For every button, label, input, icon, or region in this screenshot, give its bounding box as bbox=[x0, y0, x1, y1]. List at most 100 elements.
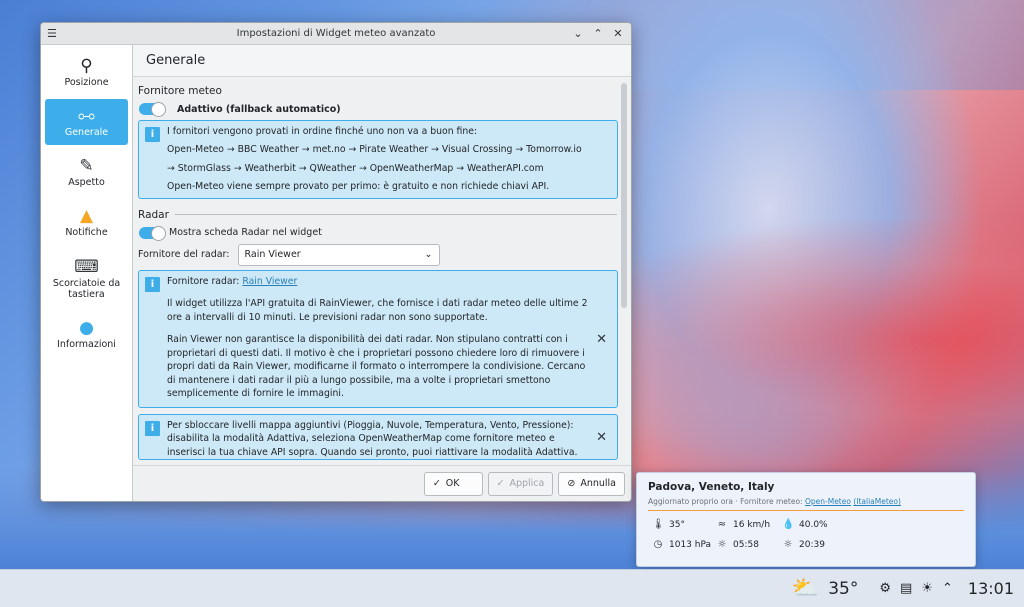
location-pin-icon: ⚲ bbox=[80, 56, 93, 77]
radar-toggle-label: Mostra scheda Radar nel widget bbox=[169, 227, 322, 239]
sidebar-item-generale[interactable]: ⧟ Generale bbox=[45, 99, 128, 145]
radar-toggle[interactable] bbox=[139, 225, 166, 241]
maximize-button[interactable]: ⌃ bbox=[589, 25, 607, 43]
weather-popup: Padova, Veneto, Italy Aggiornato proprio… bbox=[636, 472, 976, 567]
page-title: Generale bbox=[133, 45, 631, 77]
sidebar-item-notifiche[interactable]: ▲ Notifiche bbox=[45, 199, 128, 245]
weather-stats: 🌡 35° ≈16 km/h 💧 40.0% ◷ 1013 hPa ☼ 05:58 ☼ 2… bbox=[652, 519, 964, 550]
sunrise-icon: ☼ bbox=[717, 539, 727, 550]
bell-icon: ▲ bbox=[79, 206, 94, 227]
provider-chain-1: Open-Meteo → BBC Weather → met.no → Pira… bbox=[167, 144, 582, 156]
radar-info-prefix: Fornitore radar: bbox=[167, 275, 243, 287]
sidebar-item-aspetto[interactable]: ✎ Aspetto bbox=[45, 149, 128, 195]
stat-temperature: 🌡 35° bbox=[652, 519, 716, 530]
sliders-icon: ⧟ bbox=[78, 106, 95, 127]
popup-location: Padova, Veneto, Italy bbox=[648, 481, 775, 493]
provider-info-text: I fornitori vengono provati in ordine fi… bbox=[167, 126, 478, 137]
sidebar-item-label: Scorciatoie da tastiera bbox=[52, 277, 121, 300]
stat-wind: ≈16 km/h bbox=[716, 519, 782, 530]
sidebar-item-posizione[interactable]: ⚲ Posizione bbox=[45, 49, 128, 95]
taskbar: ⛅ 35° ⚙ ▤ ☀ ⌃ 13:01 bbox=[0, 569, 1024, 607]
rain-viewer-link[interactable]: Rain Viewer bbox=[242, 276, 297, 287]
sidebar-item-label: Generale bbox=[64, 127, 109, 139]
scrollbar[interactable] bbox=[621, 83, 627, 308]
sidebar-item-scorciatoie[interactable]: ⌨ Scorciatoie da tastiera bbox=[45, 249, 128, 307]
stat-sunrise: ☼ 05:58 bbox=[716, 539, 782, 550]
chevron-down-icon: ⌄ bbox=[424, 249, 433, 261]
radar-provider-label: Fornitore del radar: bbox=[138, 249, 230, 261]
radar-toggle-row: Mostra scheda Radar nel widget bbox=[139, 225, 631, 241]
stat-value: 1013 hPa bbox=[669, 539, 712, 550]
section-title: Radar bbox=[138, 208, 169, 221]
cancel-button[interactable]: ⊘ Annulla bbox=[558, 471, 625, 496]
stat-value: 05:58 bbox=[733, 539, 759, 550]
section-title: Fornitore meteo bbox=[138, 85, 222, 97]
settings-sidebar: ⚲ Posizione ⧟ Generale ✎ Aspetto ▲ Notif… bbox=[41, 45, 133, 501]
ok-label: OK bbox=[445, 478, 460, 489]
info-icon: ● bbox=[79, 318, 94, 339]
info-icon: i bbox=[145, 420, 160, 436]
close-icon[interactable]: ✕ bbox=[596, 331, 607, 350]
partly-cloudy-icon[interactable]: ⛅ bbox=[792, 576, 819, 601]
expand-tray-icon[interactable]: ⌃ bbox=[942, 581, 953, 596]
sunset-icon: ☼ bbox=[783, 539, 793, 550]
stat-humidity: 💧 40.0% bbox=[782, 519, 862, 530]
unlock-info-text: Per sbloccare livelli mappa aggiuntivi (… bbox=[167, 419, 578, 458]
network-icon[interactable]: ⚙ bbox=[879, 581, 891, 596]
check-icon: ✓ bbox=[496, 478, 505, 489]
wallpaper-red-glow bbox=[564, 220, 1024, 460]
stat-value: 16 km/h bbox=[733, 519, 771, 530]
sidebar-item-label: Posizione bbox=[64, 77, 109, 89]
brightness-icon[interactable]: ☀ bbox=[921, 581, 933, 596]
apply-button[interactable]: ✓ Applica bbox=[487, 471, 554, 496]
adaptive-toggle-label: Adattivo (fallback automatico) bbox=[177, 103, 341, 115]
popup-updated: Aggiornato proprio ora · Fornitore meteo… bbox=[648, 497, 964, 511]
radar-provider-select[interactable]: Rain Viewer ⌄ bbox=[237, 243, 440, 266]
settings-window: ☰ Impostazioni di Widget meteo avanzato … bbox=[40, 22, 632, 502]
italiameteo-link[interactable]: (ItaliaMeteo) bbox=[853, 497, 901, 506]
cancel-label: Annulla bbox=[580, 478, 616, 489]
sidebar-item-informazioni[interactable]: ● Informazioni bbox=[45, 311, 128, 357]
stat-value: 40.0% bbox=[799, 519, 828, 530]
minimize-button[interactable]: ⌄ bbox=[569, 25, 587, 43]
close-icon[interactable]: ✕ bbox=[596, 429, 607, 448]
info-icon: i bbox=[145, 127, 160, 142]
taskbar-temperature[interactable]: 35° bbox=[828, 579, 858, 599]
open-meteo-link[interactable]: Open-Meteo bbox=[805, 497, 851, 506]
window-title: Impostazioni di Widget meteo avanzato bbox=[236, 28, 436, 39]
sidebar-item-label: Informazioni bbox=[57, 339, 116, 351]
section-fornitore-meteo: Fornitore meteo bbox=[138, 85, 631, 97]
radar-info-para2: Rain Viewer non garantisce la disponibil… bbox=[167, 334, 586, 400]
adaptive-toggle[interactable] bbox=[139, 102, 166, 117]
radar-info-para1: Il widget utilizza l'API gratuita di Rai… bbox=[167, 298, 588, 323]
clipboard-icon[interactable]: ▤ bbox=[900, 581, 912, 596]
droplet-icon: 💧 bbox=[782, 519, 795, 530]
keyboard-icon: ⌨ bbox=[74, 256, 99, 277]
stat-value: 20:39 bbox=[799, 539, 825, 550]
stat-sunset: ☼ 20:39 bbox=[782, 539, 862, 550]
ok-button[interactable]: ✓ OK bbox=[423, 471, 483, 496]
sidebar-item-label: Aspetto bbox=[68, 177, 105, 189]
wind-icon: ≈ bbox=[717, 519, 727, 530]
apply-label: Applica bbox=[509, 478, 545, 489]
section-divider bbox=[174, 214, 617, 216]
taskbar-clock[interactable]: 13:01 bbox=[968, 579, 1014, 598]
info-icon: i bbox=[145, 276, 160, 292]
provider-info-box: i I fornitori vengono provati in ordine … bbox=[138, 120, 618, 199]
check-icon: ✓ bbox=[432, 478, 441, 489]
paintbrush-icon: ✎ bbox=[79, 156, 94, 177]
thermometer-icon: 🌡 bbox=[652, 519, 665, 530]
adaptive-toggle-row: Adattivo (fallback automatico) bbox=[139, 102, 631, 117]
cancel-icon: ⊘ bbox=[567, 478, 576, 489]
stat-value: 35° bbox=[669, 519, 685, 530]
unlock-info-box: i Per sbloccare livelli mappa aggiuntivi… bbox=[138, 413, 618, 460]
radar-provider-value: Rain Viewer bbox=[244, 249, 301, 261]
stat-pressure: ◷ 1013 hPa bbox=[652, 539, 716, 550]
sidebar-item-label: Notifiche bbox=[65, 227, 108, 239]
window-titlebar[interactable]: ☰ Impostazioni di Widget meteo avanzato … bbox=[41, 23, 631, 45]
section-radar: Radar bbox=[138, 209, 631, 221]
provider-chain-2: → StormGlass → Weatherbit → QWeather → O… bbox=[167, 162, 544, 174]
settings-scroll-area[interactable]: Fornitore meteo Adattivo (fallback autom… bbox=[133, 78, 631, 465]
radar-info-box: i Fornitore radar: Rain Viewer Il widget… bbox=[138, 269, 618, 408]
close-button[interactable]: ✕ bbox=[609, 25, 627, 43]
